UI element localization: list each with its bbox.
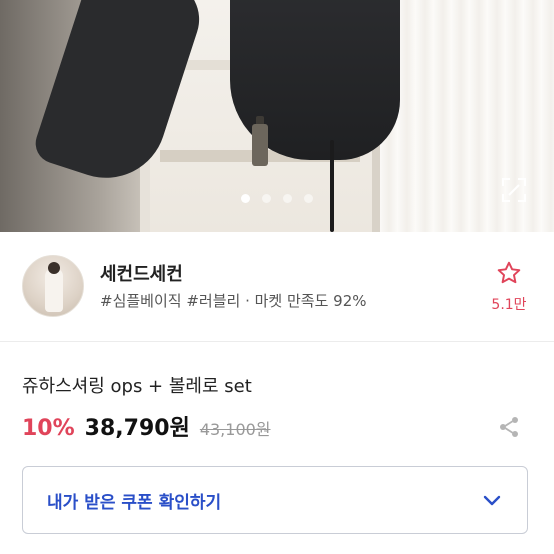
discount-rate: 10% <box>22 416 75 441</box>
share-icon[interactable] <box>496 414 522 440</box>
coupon-check-button[interactable]: 내가 받은 쿠폰 확인하기 <box>22 466 528 534</box>
product-image[interactable] <box>0 0 554 232</box>
avatar-figure <box>45 268 63 312</box>
seller-info[interactable]: 세컨드세컨 #심플베이직 #러블리 · 마켓 만족도 92% 5.1만 <box>0 232 554 342</box>
expand-icon[interactable] <box>500 176 528 204</box>
garment-drawstring <box>330 140 334 232</box>
carousel-dot[interactable] <box>241 194 250 203</box>
carousel-indicator <box>0 194 554 203</box>
photo-bottle <box>252 124 268 166</box>
favorite-button[interactable]: 5.1만 <box>486 260 532 314</box>
carousel-dot[interactable] <box>262 194 271 203</box>
favorite-count: 5.1만 <box>491 297 527 313</box>
star-icon <box>497 261 521 284</box>
sale-price: 38,790원 <box>84 416 190 441</box>
chevron-down-icon <box>483 495 501 506</box>
seller-avatar[interactable] <box>22 255 84 317</box>
carousel-dot[interactable] <box>283 194 292 203</box>
original-price: 43,100원 <box>199 420 271 439</box>
avatar-head <box>48 262 60 274</box>
price-row: 10% 38,790원 43,100원 <box>22 410 271 442</box>
carousel-dot[interactable] <box>304 194 313 203</box>
product-title: 쥬하스셔링 ops + 볼레로 set <box>22 376 252 397</box>
coupon-label: 내가 받은 쿠폰 확인하기 <box>47 492 222 513</box>
seller-tags: #심플베이직 #러블리 · 마켓 만족도 92% <box>100 292 367 310</box>
seller-name[interactable]: 세컨드세컨 <box>100 260 183 286</box>
